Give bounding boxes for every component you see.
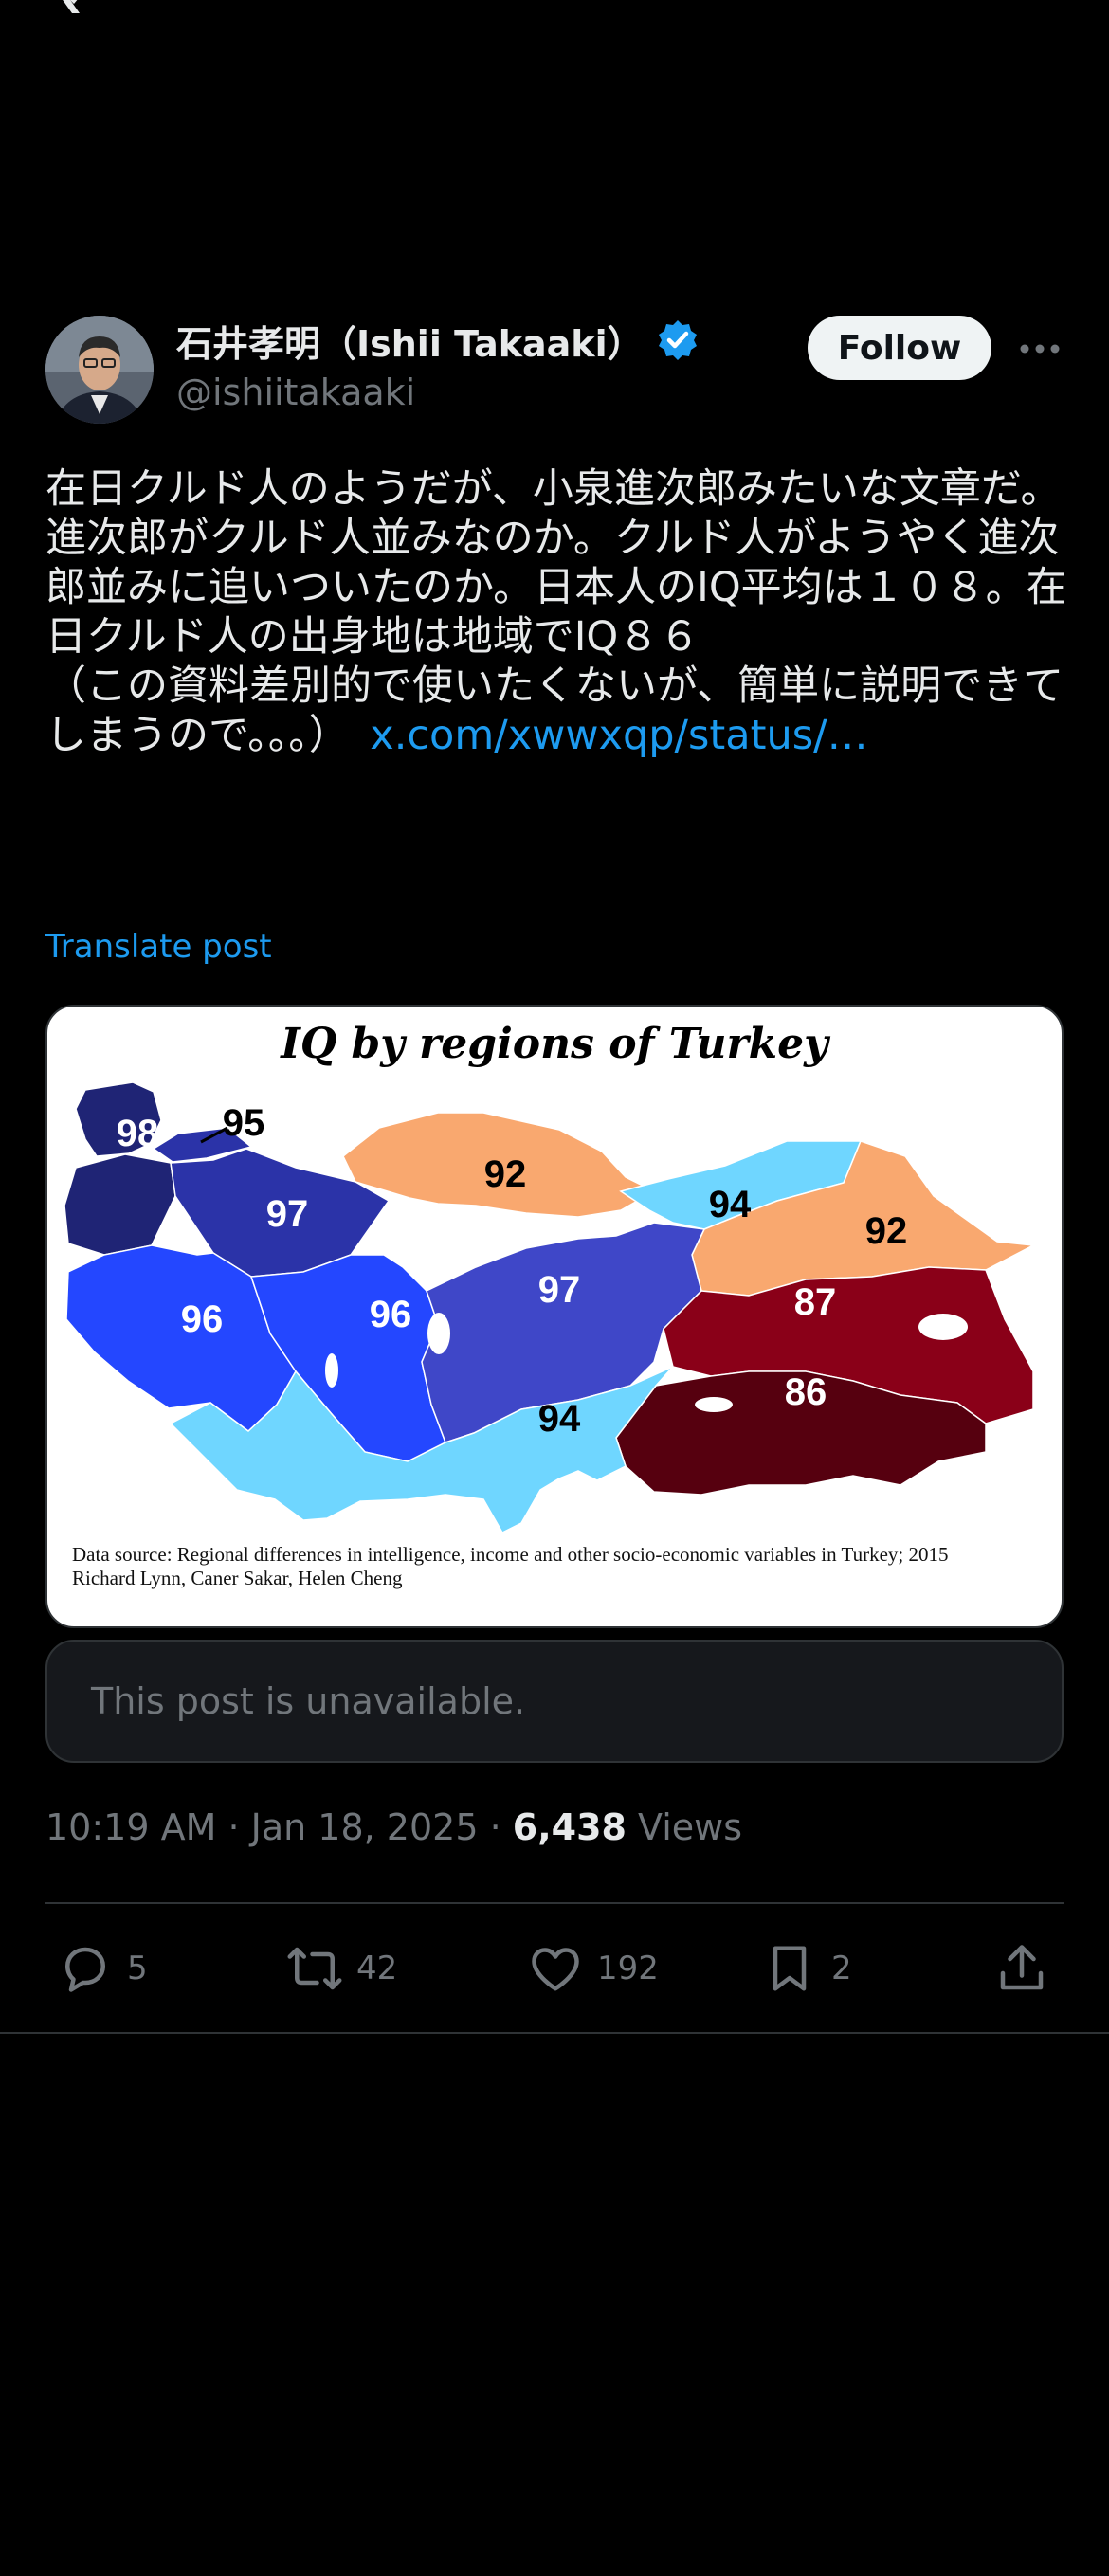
more-icon	[1020, 344, 1060, 354]
bookmark-count: 2	[831, 1950, 852, 1987]
turkey-iq-map: 98 95 92 97 94 92 96 96 97 87 86 94	[64, 1081, 1036, 1533]
follow-button[interactable]: Follow	[808, 316, 991, 380]
views-label: Views	[638, 1806, 743, 1848]
author-display-name[interactable]: 石井孝明（Ishii Takaaki）	[176, 315, 644, 367]
map-label: 86	[785, 1371, 827, 1413]
map-source-line-2: Richard Lynn, Caner Sakar, Helen Cheng	[72, 1567, 403, 1589]
repost-count: 42	[356, 1950, 398, 1987]
reply-icon	[65, 1947, 105, 1992]
reply-count: 5	[127, 1950, 148, 1987]
region-aegean-north	[64, 1153, 176, 1256]
share-button[interactable]	[993, 1938, 1050, 1999]
map-label: 96	[370, 1294, 412, 1335]
map-label: 92	[865, 1210, 908, 1252]
author-name-row[interactable]: 石井孝明（Ishii Takaaki）	[176, 316, 700, 365]
map-label: 92	[484, 1153, 527, 1195]
like-button[interactable]: 192	[527, 1938, 659, 1999]
meta-separator: ·	[216, 1806, 251, 1848]
map-label: 97	[538, 1269, 581, 1311]
divider	[0, 2032, 1109, 2034]
map-label: 97	[266, 1193, 309, 1235]
divider	[45, 1902, 1064, 1904]
avatar[interactable]	[45, 316, 154, 424]
bookmark-button[interactable]: 2	[761, 1938, 852, 1999]
map-label: 98	[117, 1113, 159, 1154]
translate-post-link[interactable]: Translate post	[45, 928, 272, 966]
map-label: 94	[709, 1184, 752, 1225]
tweet-link[interactable]: x.com/xwwxqp/status/…	[370, 712, 867, 759]
lake-tuz	[427, 1313, 450, 1354]
map-label: 95	[223, 1102, 265, 1144]
bookmark-icon	[773, 1946, 807, 1991]
share-icon	[1000, 1945, 1044, 1990]
reply-button[interactable]: 5	[57, 1938, 148, 1999]
map-title: IQ by regions of Turkey	[281, 1020, 828, 1068]
map-source-line-1: Data source: Regional differences in int…	[72, 1543, 949, 1566]
post-time[interactable]: 10:19 AM	[45, 1806, 216, 1848]
x-logo-icon[interactable]	[45, 0, 112, 19]
more-options-button[interactable]	[1016, 325, 1064, 372]
author-handle[interactable]: @ishiitakaaki	[176, 372, 415, 413]
quoted-post-unavailable: This post is unavailable.	[45, 1640, 1064, 1763]
tweet-text: 在日クルド人のようだが、小泉進次郎みたいな文章だ。進次郎がクルド人並みなのか。ク…	[45, 464, 1069, 760]
map-label: 87	[794, 1281, 837, 1323]
lake-ataturk	[695, 1397, 733, 1412]
map-source: Data source: Regional differences in int…	[72, 1543, 949, 1590]
like-icon	[532, 1948, 579, 1991]
meta-separator: ·	[478, 1806, 513, 1848]
avatar-photo-icon	[45, 316, 154, 424]
media-image[interactable]: 98 95 92 97 94 92 96 96 97 87 86 94 IQ by regions o…	[45, 1005, 1064, 1628]
repost-icon	[287, 1947, 342, 1990]
post-date[interactable]: Jan 18, 2025	[251, 1806, 479, 1848]
post-meta: 10:19 AM · Jan 18, 2025 · 6,438 Views	[45, 1806, 742, 1848]
lake-egirdir	[325, 1353, 338, 1388]
repost-button[interactable]: 42	[286, 1938, 397, 1999]
map-label: 96	[181, 1298, 224, 1340]
verified-badge-icon	[658, 320, 697, 360]
like-count: 192	[597, 1950, 659, 1987]
views-count: 6,438	[512, 1806, 627, 1848]
unavailable-text: This post is unavailable.	[91, 1680, 526, 1722]
map-label: 94	[538, 1398, 581, 1440]
lake-van	[918, 1314, 968, 1340]
